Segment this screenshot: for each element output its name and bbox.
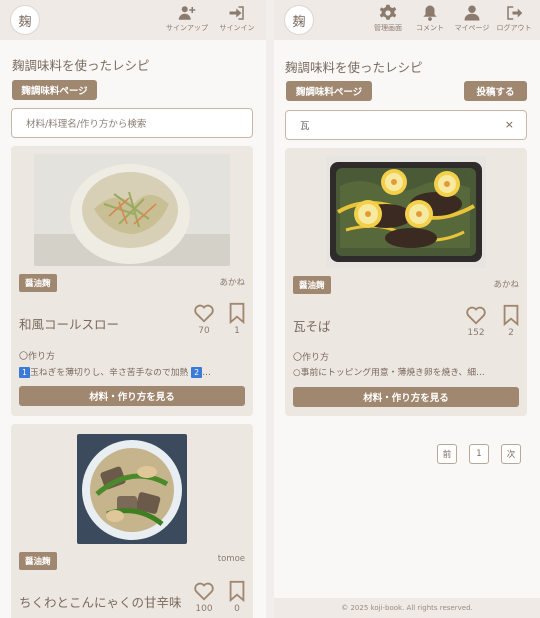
bell-icon [423,5,437,21]
nav-signin[interactable]: サインイン [216,4,258,33]
right-screen: 麹 管理画面 コメント マイページ ログアウト 麹調味料を使ったレシピ 麹調味料… [274,0,540,618]
like-count: 152 [467,328,485,338]
step-number-badge: 1 [19,367,30,378]
bookmark-button[interactable]: 1 [226,302,248,336]
sign-out-icon [507,6,523,20]
howto-label: 〇作り方 [293,353,330,363]
header: 麹 サインアップ サインイン [0,0,266,40]
heart-icon [466,306,486,325]
nav-logout-label: ログアウト [496,24,532,32]
like-button[interactable]: 152 [465,304,487,338]
bookmark-icon [503,304,519,326]
recipe-photo-coleslaw[interactable] [34,154,230,266]
howto-step-preview: ○事前にトッピング用意・薄焼き卵を焼き、細… [293,368,485,378]
search-input[interactable]: 瓦 × [285,110,527,140]
nav-signin-label: サインイン [219,24,255,32]
bookmark-icon [229,302,245,324]
nav-mypage-label: マイページ [454,24,490,32]
logo[interactable]: 麹 [284,5,314,35]
howto-step-preview: 1 玉ねぎを薄切りし、辛さ苦手なので加熱 2… [19,365,247,378]
clear-search-icon[interactable]: × [505,118,514,131]
author-name: tomoe [217,554,245,564]
like-button[interactable]: 100 [193,580,215,614]
nav-comments[interactable]: コメント [410,4,450,33]
user-icon [464,5,480,21]
category-tag[interactable]: 醤油麹 [293,276,331,294]
search-input[interactable]: 材料/料理名/作り方から検索 [11,108,253,138]
nav-mypage[interactable]: マイページ [452,4,492,33]
heart-icon [194,304,214,323]
bookmark-count: 2 [508,328,514,338]
search-value: 瓦 [300,121,310,132]
nav-signup[interactable]: サインアップ [166,4,208,33]
nav-admin-label: 管理画面 [374,24,402,32]
recipe-card: 醤油麹 tomoe ちくわとこんにゃくの甘辛味 100 0 [11,424,253,618]
next-page-button[interactable]: 次 [501,444,521,464]
heart-icon [194,582,214,601]
prev-page-button[interactable]: 前 [437,444,457,464]
header-nav: サインアップ サインイン [166,4,258,33]
step-text: 玉ねぎを薄切りし、辛さ苦手なので加熱 [30,368,189,378]
nav-comments-label: コメント [416,24,444,32]
sign-in-icon [229,6,244,20]
koji-page-button[interactable]: 麹調味料ページ [286,81,372,101]
like-button[interactable]: 70 [193,302,215,336]
recipe-title: ちくわとこんにゃくの甘辛味 [19,595,182,610]
view-recipe-button[interactable]: 材料・作り方を見る [293,387,519,407]
bookmark-button[interactable]: 2 [500,304,522,338]
category-tag[interactable]: 醤油麹 [19,274,57,292]
howto-label: 〇作り方 [19,352,56,362]
bookmark-icon [229,580,245,602]
bookmark-count: 0 [234,604,240,614]
post-recipe-button[interactable]: 投稿する [464,81,527,101]
nav-admin[interactable]: 管理画面 [368,4,408,33]
page-1-button[interactable]: 1 [469,444,489,464]
bookmark-button[interactable]: 0 [226,580,248,614]
koji-page-button[interactable]: 麹調味料ページ [12,80,97,100]
recipe-title: 瓦そば [293,319,331,334]
author-name: あかね [219,278,245,288]
logo[interactable]: 麹 [10,5,40,35]
view-recipe-button[interactable]: 材料・作り方を見る [19,386,245,406]
bookmark-count: 1 [234,326,240,336]
recipe-photo-chikuwa[interactable] [77,434,187,544]
footer: © 2025 koji-book. All rights reserved. [274,598,540,618]
nav-logout[interactable]: ログアウト [494,4,534,33]
pagination: 前 1 次 [437,444,521,464]
gear-icon [379,4,397,20]
like-count: 100 [195,604,213,614]
recipe-photo-kawara-soba[interactable] [326,156,486,268]
step-ellipsis: … [202,368,211,378]
like-count: 70 [198,326,210,336]
page-title: 麹調味料を使ったレシピ [12,58,150,73]
left-screen: 麹 サインアップ サインイン 麹調味料を使ったレシピ 麹調味料ページ 材料/料理… [0,0,266,618]
category-tag[interactable]: 醤油麹 [19,552,57,570]
recipe-card: 醤油麹 あかね 和風コールスロー 70 1 〇作り方 1 玉ねぎを薄切りし、辛さ苦… [11,146,253,416]
header-nav: 管理画面 コメント マイページ ログアウト [368,4,534,33]
page-title: 麹調味料を使ったレシピ [285,60,423,75]
step-number-badge: 2 [191,367,203,378]
nav-signup-label: サインアップ [166,24,208,32]
header: 麹 管理画面 コメント マイページ ログアウト [274,0,540,40]
recipe-card: 醤油麹 あかね 瓦そば 152 2 〇作り方 ○事前にトッピング用意・薄焼き卵を… [285,148,527,416]
author-name: あかね [493,280,519,290]
user-plus-icon [178,6,196,20]
recipe-title: 和風コールスロー [19,317,120,332]
